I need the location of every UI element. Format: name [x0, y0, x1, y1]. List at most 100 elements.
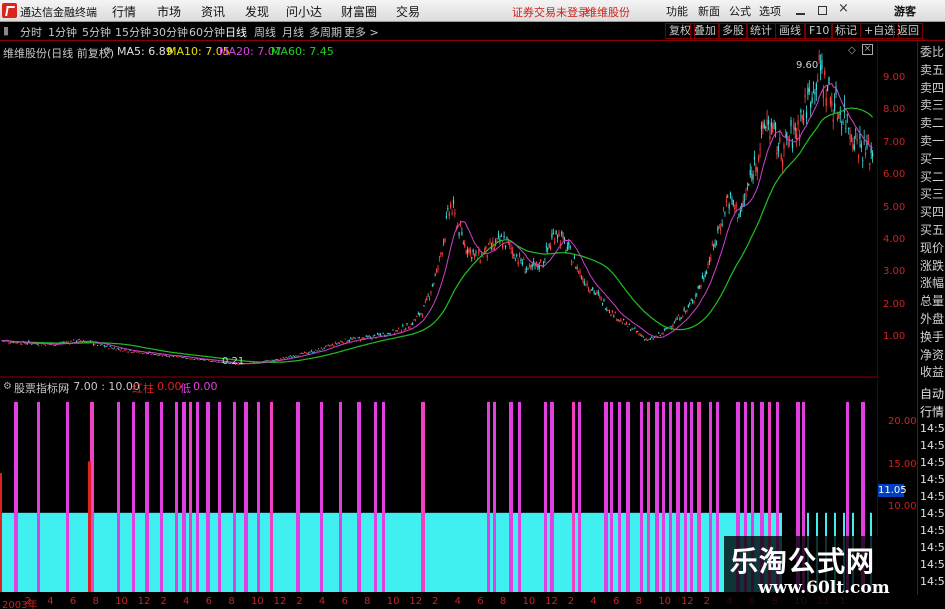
indicator-magenta-bar [175, 401, 178, 592]
candle-body [745, 194, 747, 197]
period-more[interactable]: 更多 > [344, 24, 379, 40]
candle-body [466, 249, 469, 253]
panel-label: 委比 [920, 45, 945, 59]
candle-body [677, 315, 680, 316]
period-15min[interactable]: 15分钟 [115, 24, 151, 40]
candle-body [447, 207, 449, 210]
candle-body [658, 332, 660, 334]
candle-body [478, 250, 480, 254]
candle-body [104, 345, 106, 347]
period-30min[interactable]: 30分钟 [152, 24, 188, 40]
diamond-icon[interactable]: ◇ [848, 45, 856, 56]
maximize-icon[interactable] [818, 6, 827, 15]
panel-label: 卖三 [920, 98, 945, 113]
period-day[interactable]: 日线 [225, 24, 247, 40]
candle-body [638, 333, 640, 335]
candle-body [793, 124, 795, 129]
menu-xuanxiang[interactable]: 选项 [759, 3, 781, 19]
candle-body [472, 249, 474, 253]
candle-body [393, 333, 395, 334]
candle-body [348, 340, 350, 342]
candle-body [398, 328, 400, 330]
candle-body [264, 360, 266, 362]
btn-huaxian[interactable]: 画线 [775, 23, 805, 39]
candle-body [600, 297, 602, 300]
candle-body [839, 112, 841, 115]
login-notice[interactable]: 证券交易未登录 [512, 4, 589, 20]
minimize-icon[interactable] [796, 6, 805, 15]
y-tick: 4.00 [883, 234, 906, 245]
period-60min[interactable]: 60分钟 [189, 24, 225, 40]
menu-faxian[interactable]: 发现 [245, 3, 269, 20]
period-1min[interactable]: 1分钟 [48, 24, 77, 40]
menu-hangqing[interactable]: 行情 [112, 3, 136, 20]
x-tick: 12 [137, 596, 151, 607]
app-title: 通达信金融终端 [20, 6, 97, 19]
settings-gear-icon[interactable]: ⚙ [103, 46, 112, 57]
candle-body [621, 323, 623, 324]
candle-body [70, 341, 72, 342]
period-month[interactable]: 月线 [282, 24, 304, 40]
candle-body [596, 291, 598, 293]
candle-body [312, 352, 314, 353]
candle-body [824, 70, 826, 76]
candle-body [372, 335, 374, 337]
btn-biaoji[interactable]: 标记 [831, 23, 861, 39]
candle-body [125, 349, 127, 351]
quote-side-panel: 委比 卖五 卖四 卖三 卖二 卖一 买一 买二 买三 买四 买五 现价 涨跌 涨幅 总量 外盘 换手 净资 收益 自动… [917, 42, 945, 595]
auto-label[interactable]: 自动 [920, 385, 944, 402]
x-tick: 8 [364, 596, 371, 607]
candle-body [388, 333, 390, 334]
quote-label[interactable]: 行情 [920, 403, 944, 420]
candle-body [869, 162, 871, 165]
menu-jiaoyi[interactable]: 交易 [396, 3, 420, 20]
kline-chart[interactable]: 维维股份(日线 前复权) ⚙ MA5: 6.89 MA10: 7.05 MA20… [0, 42, 905, 378]
candle-body [849, 133, 851, 139]
candle-body [583, 281, 585, 285]
x-tick: 6 [477, 596, 484, 607]
btn-tongji[interactable]: 统计 [746, 23, 776, 39]
candle-body [834, 103, 836, 111]
period-multi[interactable]: 多周期 [309, 24, 342, 40]
menu-caifuquan[interactable]: 财富圈 [341, 3, 377, 20]
candle-body [601, 302, 604, 305]
btn-f10[interactable]: F10 [805, 23, 834, 39]
btn-diejia[interactable]: 叠加 [690, 23, 720, 39]
menu-shichang[interactable]: 市场 [157, 3, 181, 20]
menu-gongshi[interactable]: 公式 [729, 3, 751, 19]
indicator-gear-icon[interactable]: ⚙ [3, 381, 12, 392]
candle-body [697, 286, 699, 289]
indicator-magenta-bar [578, 401, 581, 592]
candle-body [443, 241, 445, 243]
menu-gongneng[interactable]: 功能 [666, 3, 688, 19]
indicator-magenta-bar [690, 401, 693, 592]
menu-wenxiaoda[interactable]: 问小达 [286, 3, 322, 20]
candle-body [143, 352, 145, 354]
candle-body [444, 238, 446, 242]
x-tick: 8 [499, 596, 507, 607]
candle-body [644, 339, 646, 341]
candle-body [571, 263, 573, 266]
candle-body [646, 339, 649, 341]
period-week[interactable]: 周线 [254, 24, 276, 40]
candle-body [665, 328, 667, 330]
btn-fanhui[interactable]: 返回 [893, 23, 923, 39]
period-5min[interactable]: 5分钟 [82, 24, 111, 40]
close-panel-icon[interactable]: × [862, 44, 873, 55]
menu-zixun[interactable]: 资讯 [201, 3, 225, 20]
candle-body [594, 293, 597, 294]
indicator-magenta-bar [493, 401, 496, 592]
user-guest[interactable]: 游客 [894, 3, 916, 19]
btn-duogu[interactable]: 多股 [718, 23, 748, 39]
candle-body [568, 242, 570, 246]
candle-body [367, 336, 369, 338]
candle-body [368, 336, 370, 338]
candle-body [751, 173, 753, 180]
x-tick: 6 [69, 596, 77, 607]
menu-xinmian[interactable]: 新面 [698, 3, 720, 19]
close-icon[interactable]: × [838, 1, 849, 16]
panel-label: 卖二 [920, 116, 945, 131]
candle-body [624, 324, 626, 325]
candle-body [724, 212, 726, 214]
period-fenshi[interactable]: 分时 [20, 24, 42, 40]
